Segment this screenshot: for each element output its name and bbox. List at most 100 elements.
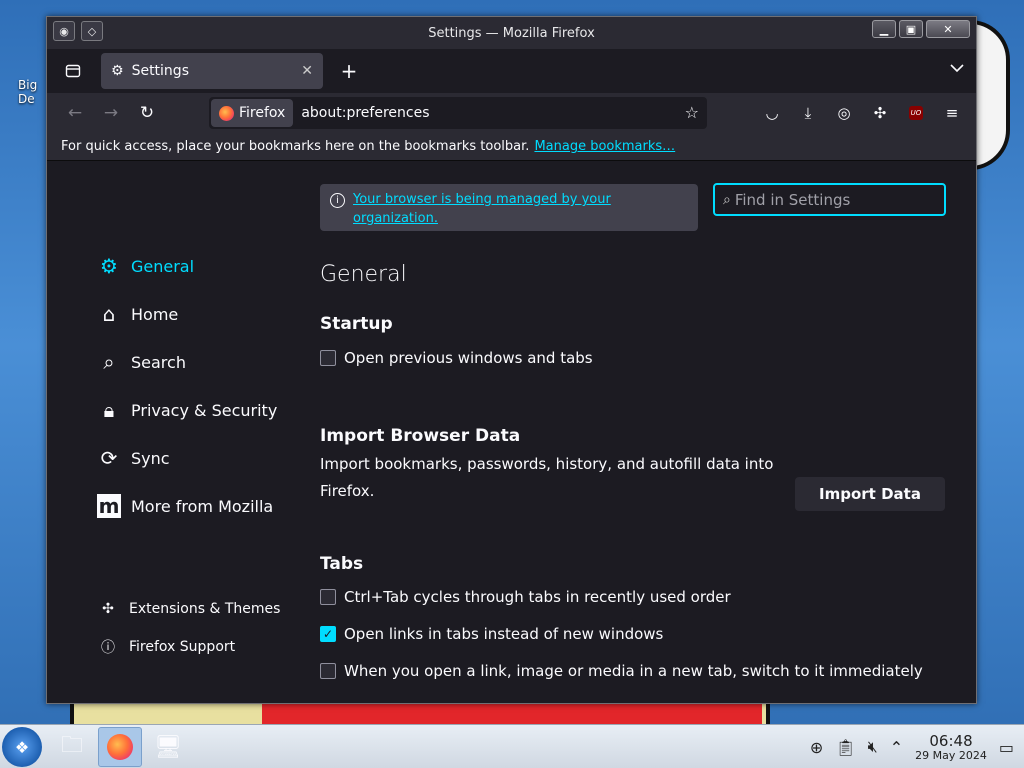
extensions-icon[interactable]: ✣ [866,97,894,129]
extensions-themes-link[interactable]: ✣ Extensions & Themes [99,590,280,628]
maximize-button[interactable]: ▣ [899,20,923,38]
category-sidebar: ⚙ General ⌂ Home ⌕ Search 🔒︎ Privacy & S… [97,242,277,530]
url-bar[interactable]: Firefox about:preferences ☆ [209,97,707,129]
import-data-button[interactable]: Import Data [795,477,945,511]
bookmarks-toolbar: For quick access, place your bookmarks h… [47,133,976,161]
pocket-icon[interactable]: ◡ [758,97,786,129]
window-titlebar[interactable]: ◉ ◇ Settings — Mozilla Firefox ▁ ▣ ✕ [47,17,976,49]
search-icon: ⌕ [103,350,115,374]
sidebar-item-home[interactable]: ⌂ Home [97,290,277,338]
identity-label: Firefox [239,105,286,121]
bookmark-star-icon[interactable]: ☆ [685,103,699,122]
lock-icon: 🔒︎ [103,398,115,422]
account-icon[interactable]: ◎ [830,97,858,129]
sidebar-footer-label: Firefox Support [129,639,236,655]
open-links-in-tabs-checkbox[interactable]: ✓ [320,626,336,642]
firefox-view-icon [65,64,81,78]
minimize-button[interactable]: ▁ [872,20,896,38]
sidebar-item-sync[interactable]: ⟳ Sync [97,434,277,482]
new-tab-button[interactable]: + [337,59,361,83]
clock[interactable]: 06:48 29 May 2024 [915,733,987,762]
keep-above-icon[interactable]: ◇ [81,21,103,41]
desktop-icon-label[interactable]: Big De [18,78,37,106]
page-title: General [320,262,407,287]
taskbar: ❖ 🗀 🖥 ⊕ 📋︎ 🔇︎ ⌃ 06:48 29 May 2024 ▭ [0,724,1024,768]
restore-session-checkbox-row[interactable]: Open previous windows and tabs [320,349,593,367]
download-icon[interactable]: ⤓ [794,97,822,129]
preferences-content: ⚙ General ⌂ Home ⌕ Search 🔒︎ Privacy & S… [47,162,976,703]
restore-session-checkbox[interactable] [320,350,336,366]
url-text[interactable]: about:preferences [301,105,429,121]
search-icon: ⌕ [723,191,731,208]
mozilla-icon: m [97,494,121,518]
home-icon: ⌂ [102,302,116,326]
firefox-window: ◉ ◇ Settings — Mozilla Firefox ▁ ▣ ✕ ⚙ S… [46,16,977,704]
checkbox-label: Ctrl+Tab cycles through tabs in recently… [344,588,731,606]
bookmarks-message: For quick access, place your bookmarks h… [61,139,530,154]
checkbox-label: When you open a link, image or media in … [344,662,923,680]
ublock-icon[interactable]: UO [902,97,930,129]
switch-to-new-tab-checkbox-row[interactable]: When you open a link, image or media in … [320,662,923,680]
settings-search-box[interactable]: ⌕ [713,183,946,216]
reload-button[interactable]: ↻ [129,97,165,129]
sidebar-item-label: Search [131,352,186,372]
gear-icon: ⚙ [111,63,124,79]
checkbox-label: Open previous windows and tabs [344,349,593,367]
tab-strip: ⚙ Settings ✕ + [47,49,976,93]
sidebar-item-privacy[interactable]: 🔒︎ Privacy & Security [97,386,278,434]
help-icon: ⓘ [101,640,115,656]
ctrl-tab-checkbox-row[interactable]: Ctrl+Tab cycles through tabs in recently… [320,588,731,606]
switch-to-new-tab-checkbox[interactable] [320,663,336,679]
close-tab-icon[interactable]: ✕ [301,63,313,79]
gear-icon: ⚙ [100,254,118,278]
managed-policies-link[interactable]: Your browser is being managed by your or… [353,190,623,228]
volume-muted-icon[interactable]: 🔇︎ [868,737,878,757]
identity-box[interactable]: Firefox [211,99,294,127]
firefox-support-link[interactable]: ⓘ Firefox Support [99,628,280,666]
file-manager-icon[interactable]: 🗀 [50,727,94,767]
network-icon[interactable]: ⊕ [810,738,823,757]
ctrl-tab-checkbox[interactable] [320,589,336,605]
sidebar-item-label: Sync [131,448,170,468]
tab-settings[interactable]: ⚙ Settings ✕ [101,53,323,89]
checkbox-label: Open links in tabs instead of new window… [344,625,664,643]
clock-date: 29 May 2024 [915,748,987,762]
chevron-up-icon[interactable]: ⌃ [890,738,903,757]
clock-time: 06:48 [929,731,973,750]
puzzle-icon: ✣ [102,601,114,617]
forward-button[interactable]: → [93,97,129,129]
sidebar-item-general[interactable]: ⚙ General [97,242,277,290]
import-heading: Import Browser Data [320,426,521,446]
sidebar-item-label: More from Mozilla [131,496,274,516]
sidebar-footer-label: Extensions & Themes [129,601,281,617]
firefox-logo-icon [219,105,234,121]
system-settings-icon[interactable]: 🖥 [146,727,190,767]
hamburger-menu-icon[interactable]: ≡ [938,97,966,129]
import-description: Import bookmarks, passwords, history, an… [320,455,774,500]
chevron-down-icon [950,64,964,73]
sidebar-item-more-from-mozilla[interactable]: m More from Mozilla [97,482,277,530]
firefox-view-button[interactable] [55,55,91,87]
manage-bookmarks-link[interactable]: Manage bookmarks… [534,139,675,154]
tab-label: Settings [131,63,189,79]
info-icon: i [330,193,345,208]
clipboard-icon[interactable]: 📋︎ [835,738,855,757]
window-menu-icon[interactable]: ◉ [53,21,75,41]
firefox-taskbar-icon[interactable] [98,727,142,767]
sidebar-footer: ✣ Extensions & Themes ⓘ Firefox Support [99,590,280,666]
sidebar-item-label: Home [131,304,179,324]
start-button[interactable]: ❖ [2,727,42,767]
list-all-tabs-button[interactable] [950,61,964,77]
open-links-in-tabs-checkbox-row[interactable]: ✓ Open links in tabs instead of new wind… [320,625,663,643]
window-title: Settings — Mozilla Firefox [428,25,595,41]
sync-icon: ⟳ [100,446,118,470]
close-window-button[interactable]: ✕ [926,20,970,38]
search-input[interactable] [734,190,925,209]
show-desktop-icon[interactable]: ▭ [999,738,1014,757]
sidebar-item-search[interactable]: ⌕ Search [97,338,277,386]
navigation-toolbar: ← → ↻ Firefox about:preferences ☆ ◡ ⤓ ◎ … [47,93,976,133]
policies-notice: i Your browser is being managed by your … [320,184,698,231]
startup-heading: Startup [320,314,393,334]
back-button[interactable]: ← [57,97,93,129]
tabs-heading: Tabs [320,554,364,574]
